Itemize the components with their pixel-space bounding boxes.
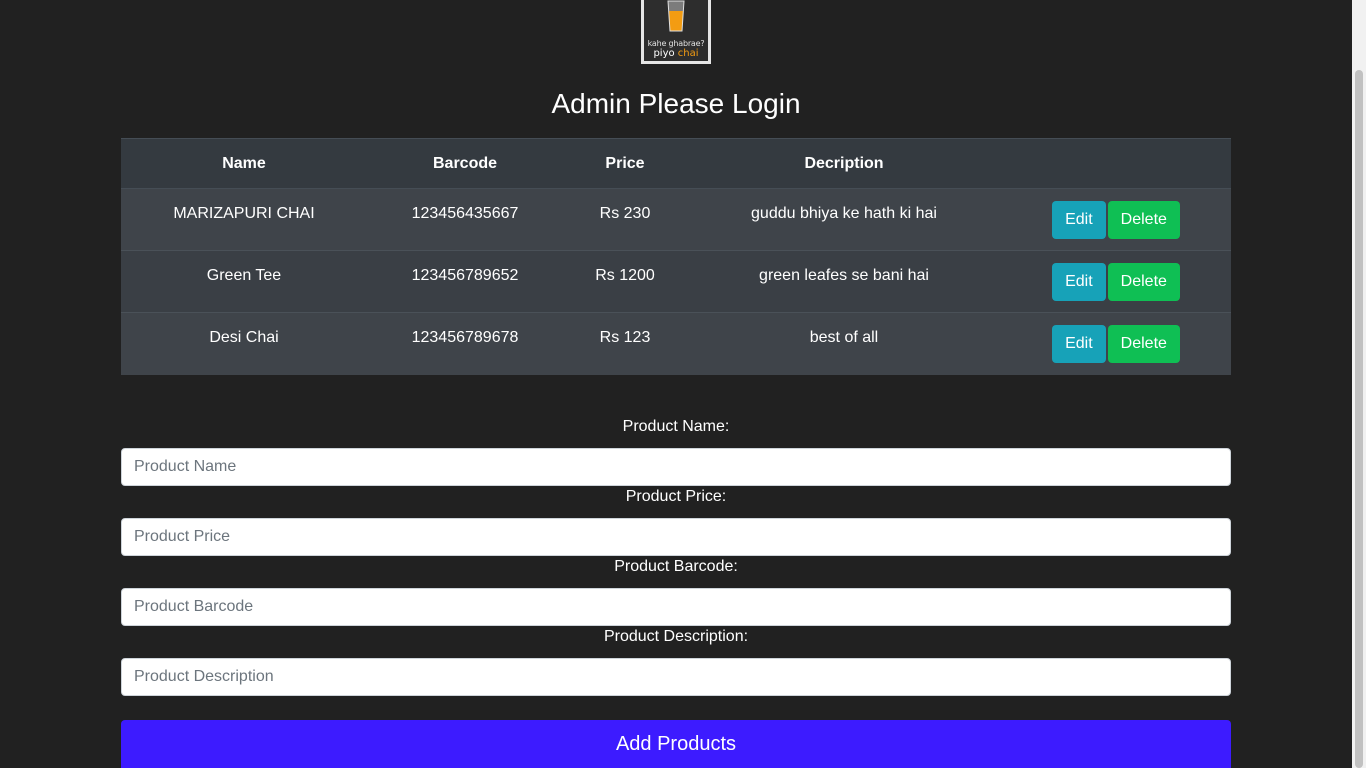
cell-barcode: 123456435667 <box>367 188 563 251</box>
cell-name: Green Tee <box>121 250 367 313</box>
logo-tagline: kahe ghabrae? <box>647 39 705 48</box>
delete-button[interactable]: Delete <box>1107 325 1180 363</box>
delete-button[interactable]: Delete <box>1107 263 1180 301</box>
product-price-input[interactable] <box>121 518 1231 556</box>
logo-brand-chai: chai <box>677 48 699 59</box>
edit-button[interactable]: Edit <box>1052 201 1106 239</box>
column-header-barcode: Barcode <box>367 138 563 189</box>
logo-brand-piyo: piyo <box>653 48 675 59</box>
cell-price: Rs 123 <box>563 312 687 375</box>
cell-actions: Edit Delete <box>1001 188 1231 251</box>
product-barcode-input[interactable] <box>121 588 1231 626</box>
cell-name: MARIZAPURI CHAI <box>121 188 367 251</box>
product-description-label: Product Description: <box>603 628 749 645</box>
add-products-button[interactable]: Add Products <box>121 720 1231 768</box>
product-barcode-group: Product Barcode: <box>121 556 1231 626</box>
cell-price: Rs 1200 <box>563 250 687 313</box>
cell-barcode: 123456789652 <box>367 250 563 313</box>
cell-actions: Edit Delete <box>1001 250 1231 313</box>
vertical-scrollbar[interactable] <box>1352 0 1366 768</box>
edit-button[interactable]: Edit <box>1052 263 1106 301</box>
delete-button[interactable]: Delete <box>1107 201 1180 239</box>
cell-description: best of all <box>687 312 1001 375</box>
product-price-label: Product Price: <box>625 488 727 505</box>
product-name-group: Product Name: <box>121 416 1231 486</box>
logo-brand: piyo chai <box>644 48 708 59</box>
column-header-actions <box>1001 138 1231 189</box>
column-header-price: Price <box>563 138 687 189</box>
column-header-name: Name <box>121 138 367 189</box>
product-description-group: Product Description: <box>121 626 1231 696</box>
scrollbar-thumb[interactable] <box>1355 70 1363 768</box>
table-row: MARIZAPURI CHAI 123456435667 Rs 230 gudd… <box>121 188 1231 251</box>
cell-barcode: 123456789678 <box>367 312 563 375</box>
add-product-form: Product Name: Product Price: Product Bar… <box>121 416 1231 696</box>
table-row: Green Tee 123456789652 Rs 1200 green lea… <box>121 250 1231 313</box>
product-description-input[interactable] <box>121 658 1231 696</box>
product-name-label: Product Name: <box>622 418 730 435</box>
table-header-row: Name Barcode Price Decription <box>121 138 1231 189</box>
products-table: Name Barcode Price Decription MARIZAPURI… <box>121 138 1231 375</box>
product-price-group: Product Price: <box>121 486 1231 556</box>
page-title: Admin Please Login <box>551 88 801 119</box>
cell-price: Rs 230 <box>563 188 687 251</box>
piyo-chai-logo: kahe ghabrae? piyo chai <box>641 0 711 64</box>
edit-button[interactable]: Edit <box>1052 325 1106 363</box>
cell-description: guddu bhiya ke hath ki hai <box>687 188 1001 251</box>
table-row: Desi Chai 123456789678 Rs 123 best of al… <box>121 312 1231 375</box>
cell-description: green leafes se bani hai <box>687 250 1001 313</box>
column-header-description: Decription <box>687 138 1001 189</box>
product-barcode-label: Product Barcode: <box>614 558 738 575</box>
cell-name: Desi Chai <box>121 312 367 375</box>
product-name-input[interactable] <box>121 448 1231 486</box>
cell-actions: Edit Delete <box>1001 312 1231 375</box>
admin-page: kahe ghabrae? piyo chai Admin Please Log… <box>0 0 1366 768</box>
